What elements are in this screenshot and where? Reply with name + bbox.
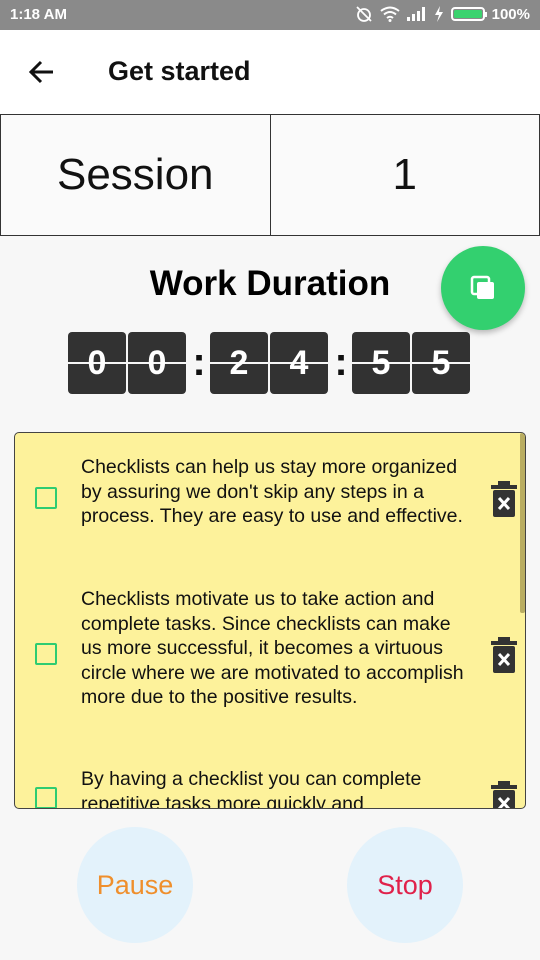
- app-bar: Get started: [0, 30, 540, 114]
- arrow-back-icon[interactable]: [26, 56, 58, 88]
- checklist-item-text: Checklists can help us stay more organiz…: [81, 456, 463, 527]
- signal-icon: [406, 7, 425, 21]
- copy-button[interactable]: [441, 246, 525, 330]
- timer-digit-minutes-tens: 2: [210, 332, 268, 394]
- timer-digit-seconds-tens: 5: [352, 332, 410, 394]
- status-bar: 1:18 AM 100%: [0, 0, 540, 30]
- checklist-item-text: Checklists motivate us to take action an…: [81, 588, 464, 708]
- session-number: 1: [269, 115, 540, 235]
- checklist-panel[interactable]: Checklists can help us stay more organiz…: [14, 432, 526, 809]
- wifi-icon: [380, 6, 400, 22]
- session-table: Session 1: [0, 114, 540, 236]
- checklist-checkbox[interactable]: [35, 643, 57, 665]
- session-label: Session: [0, 115, 270, 235]
- battery-icon: [450, 7, 487, 21]
- alarm-off-icon: [355, 6, 372, 22]
- timer-separator: :: [334, 340, 348, 384]
- timer-digit-seconds-ones: 5: [412, 332, 470, 394]
- timer-separator: :: [192, 340, 206, 384]
- status-icons: 100%: [355, 5, 530, 23]
- charging-icon: [434, 6, 443, 22]
- trash-icon[interactable]: [489, 637, 519, 673]
- pause-button[interactable]: Pause: [77, 827, 193, 943]
- timer-digit-hours-tens: 0: [68, 332, 126, 394]
- stop-button[interactable]: Stop: [347, 827, 463, 943]
- page-title: Get started: [108, 56, 251, 86]
- scrollbar[interactable]: [520, 433, 525, 613]
- status-time: 1:18 AM: [10, 6, 67, 23]
- checklist-checkbox[interactable]: [35, 487, 57, 509]
- countdown-timer: 0 0 : 2 4 : 5 5: [68, 332, 472, 394]
- checklist-checkbox[interactable]: [35, 787, 57, 808]
- checklist-item-text: By having a checklist you can complete r…: [81, 768, 422, 809]
- copy-icon: [470, 275, 494, 299]
- timer-digit-minutes-ones: 4: [270, 332, 328, 394]
- timer-digit-hours-ones: 0: [128, 332, 186, 394]
- battery-percent: 100%: [491, 5, 530, 23]
- trash-icon[interactable]: [489, 481, 519, 517]
- trash-icon[interactable]: [489, 781, 519, 809]
